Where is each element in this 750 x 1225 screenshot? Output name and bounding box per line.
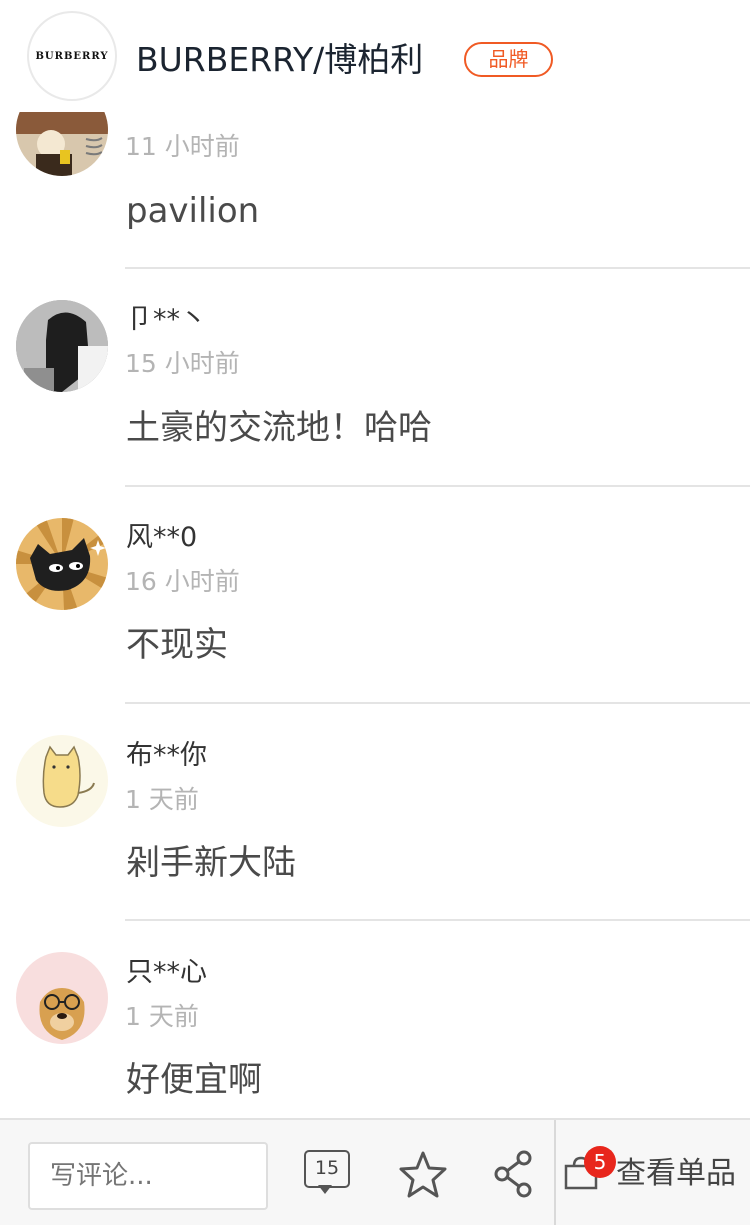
divider (125, 267, 750, 269)
page: 11 小时前 pavilion 卩**丶 15 小时前 土豪的交流地！哈哈 风*… (0, 0, 750, 1225)
comment-username[interactable]: 风**0 (126, 521, 197, 555)
avatar[interactable] (16, 735, 108, 827)
brand-header: BURBERRY BURBERRY/博柏利 品牌 (0, 0, 750, 112)
brand-name[interactable]: BURBERRY/博柏利 (136, 38, 423, 82)
comment-count: 15 (304, 1150, 350, 1188)
comment-time: 1 天前 (125, 1002, 199, 1031)
divider (125, 919, 750, 921)
share-button[interactable] (494, 1150, 534, 1198)
comment-text: 好便宜啊 (126, 1060, 262, 1100)
brand-logo[interactable]: BURBERRY (27, 11, 117, 101)
speech-bubble-icon (318, 1185, 332, 1194)
comment-time: 15 小时前 (125, 349, 240, 378)
comment-text: 不现实 (126, 625, 228, 665)
comment-text: 剁手新大陆 (126, 843, 296, 883)
comment-username[interactable]: 布**你 (126, 739, 207, 773)
view-item-label: 查看单品 (616, 1156, 736, 1191)
avatar[interactable] (16, 518, 108, 610)
star-icon (399, 1151, 447, 1198)
brand-badge: 品牌 (464, 42, 553, 77)
comment-text: pavilion (126, 191, 260, 231)
favorite-button[interactable] (398, 1150, 448, 1200)
avatar[interactable] (16, 300, 108, 392)
divider (125, 702, 750, 704)
comments-count-button[interactable]: 15 (304, 1150, 352, 1198)
divider (125, 485, 750, 487)
bottom-action-bar: 15 5 查看单品 (0, 1118, 750, 1225)
comment-username[interactable]: 卩**丶 (126, 303, 207, 337)
comment-username[interactable]: 只**心 (126, 956, 207, 990)
divider (554, 1120, 556, 1225)
view-item-button[interactable]: 5 查看单品 (562, 1144, 742, 1204)
comment-time: 1 天前 (125, 785, 199, 814)
cart-count-badge: 5 (584, 1146, 616, 1178)
brand-logo-text: BURBERRY (35, 50, 109, 62)
comment-time: 11 小时前 (125, 132, 240, 161)
share-icon (494, 1150, 532, 1198)
avatar[interactable] (16, 952, 108, 1044)
comment-text: 土豪的交流地！哈哈 (126, 408, 432, 448)
comment-input[interactable] (28, 1142, 268, 1210)
comment-time: 16 小时前 (125, 567, 240, 596)
